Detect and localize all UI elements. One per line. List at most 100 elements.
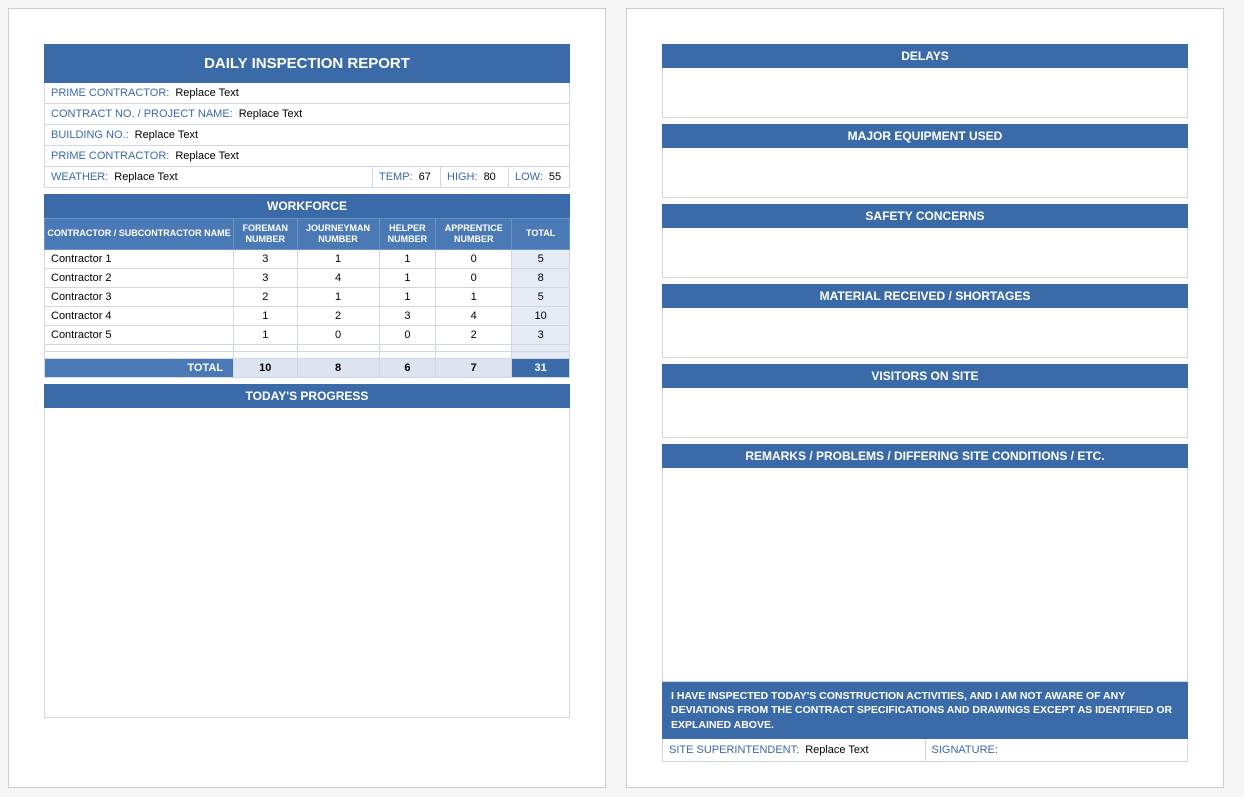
- field-building: BUILDING NO.: Replace Text: [44, 125, 570, 146]
- visitors-body[interactable]: [662, 388, 1188, 438]
- label: PRIME CONTRACTOR:: [51, 150, 169, 162]
- delays-header: DELAYS: [662, 44, 1188, 68]
- label: BUILDING NO.:: [51, 129, 129, 141]
- cell-journeyman[interactable]: 1: [297, 287, 379, 306]
- cell-name[interactable]: Contractor 3: [45, 287, 234, 306]
- temp-value[interactable]: 67: [419, 171, 431, 183]
- cell-apprentice[interactable]: 0: [436, 268, 512, 287]
- cell-name[interactable]: [45, 351, 234, 358]
- cell-name[interactable]: [45, 344, 234, 351]
- col-journeyman: JOURNEYMAN NUMBER: [297, 219, 379, 250]
- cell-apprentice[interactable]: [436, 344, 512, 351]
- cell-apprentice[interactable]: 4: [436, 306, 512, 325]
- remarks-body[interactable]: [662, 468, 1188, 682]
- label: CONTRACT NO. / PROJECT NAME:: [51, 108, 233, 120]
- cell-foreman[interactable]: 2: [234, 287, 298, 306]
- cell-apprentice[interactable]: [436, 351, 512, 358]
- cell-journeyman[interactable]: 2: [297, 306, 379, 325]
- totals-apprentice: 7: [436, 358, 512, 377]
- temp-label: TEMP:: [379, 171, 413, 183]
- cell-foreman[interactable]: 1: [234, 306, 298, 325]
- cell-total[interactable]: 8: [512, 268, 570, 287]
- signature-label: SIGNATURE:: [932, 743, 998, 757]
- table-row: [45, 344, 570, 351]
- equipment-header: MAJOR EQUIPMENT USED: [662, 124, 1188, 148]
- material-body[interactable]: [662, 308, 1188, 358]
- cell-journeyman[interactable]: [297, 344, 379, 351]
- cell-name[interactable]: Contractor 1: [45, 249, 234, 268]
- cell-helper[interactable]: 1: [379, 268, 436, 287]
- certification-statement: I HAVE INSPECTED TODAY'S CONSTRUCTION AC…: [662, 682, 1188, 739]
- totals-helper: 6: [379, 358, 436, 377]
- table-row: Contractor 510023: [45, 325, 570, 344]
- cell-total[interactable]: [512, 344, 570, 351]
- cell-foreman[interactable]: 3: [234, 268, 298, 287]
- cell-total[interactable]: [512, 351, 570, 358]
- visitors-header: VISITORS ON SITE: [662, 364, 1188, 388]
- value[interactable]: Replace Text: [175, 87, 238, 99]
- cell-helper[interactable]: 1: [379, 287, 436, 306]
- col-name: CONTRACTOR / SUBCONTRACTOR NAME: [45, 219, 234, 250]
- high-value[interactable]: 80: [484, 171, 496, 183]
- totals-label: TOTAL: [45, 358, 234, 377]
- table-row: Contractor 131105: [45, 249, 570, 268]
- super-value[interactable]: Replace Text: [805, 744, 868, 756]
- cell-helper[interactable]: 0: [379, 325, 436, 344]
- super-label: SITE SUPERINTENDENT:: [669, 743, 799, 757]
- cell-total[interactable]: 3: [512, 325, 570, 344]
- cell-name[interactable]: Contractor 5: [45, 325, 234, 344]
- field-prime-contractor-2: PRIME CONTRACTOR: Replace Text: [44, 146, 570, 167]
- cell-apprentice[interactable]: 1: [436, 287, 512, 306]
- cell-journeyman[interactable]: 1: [297, 249, 379, 268]
- equipment-body[interactable]: [662, 148, 1188, 198]
- cell-foreman[interactable]: [234, 351, 298, 358]
- label: PRIME CONTRACTOR:: [51, 87, 169, 99]
- cell-helper[interactable]: [379, 344, 436, 351]
- cell-journeyman[interactable]: 4: [297, 268, 379, 287]
- safety-body[interactable]: [662, 228, 1188, 278]
- signature-row: SITE SUPERINTENDENT: Replace Text SIGNAT…: [662, 739, 1188, 762]
- low-value[interactable]: 55: [549, 171, 561, 183]
- low-label: LOW:: [515, 171, 543, 183]
- cell-total[interactable]: 5: [512, 249, 570, 268]
- col-total: TOTAL: [512, 219, 570, 250]
- cell-total[interactable]: 10: [512, 306, 570, 325]
- cell-helper[interactable]: [379, 351, 436, 358]
- cell-name[interactable]: Contractor 2: [45, 268, 234, 287]
- cell-foreman[interactable]: 3: [234, 249, 298, 268]
- field-weather: WEATHER: Replace Text TEMP: 67 HIGH: 80 …: [44, 167, 570, 188]
- progress-header: TODAY'S PROGRESS: [44, 384, 570, 408]
- value[interactable]: Replace Text: [175, 150, 238, 162]
- report-title: DAILY INSPECTION REPORT: [44, 44, 570, 83]
- field-contract: CONTRACT NO. / PROJECT NAME: Replace Tex…: [44, 104, 570, 125]
- remarks-header: REMARKS / PROBLEMS / DIFFERING SITE COND…: [662, 444, 1188, 468]
- col-helper: HELPER NUMBER: [379, 219, 436, 250]
- cell-apprentice[interactable]: 2: [436, 325, 512, 344]
- high-label: HIGH:: [447, 171, 478, 183]
- weather-value[interactable]: Replace Text: [114, 171, 177, 183]
- progress-body[interactable]: [44, 408, 570, 718]
- cell-total[interactable]: 5: [512, 287, 570, 306]
- value[interactable]: Replace Text: [239, 108, 302, 120]
- cell-name[interactable]: Contractor 4: [45, 306, 234, 325]
- cell-helper[interactable]: 3: [379, 306, 436, 325]
- cell-foreman[interactable]: 1: [234, 325, 298, 344]
- totals-journeyman: 8: [297, 358, 379, 377]
- table-row: Contractor 321115: [45, 287, 570, 306]
- cell-journeyman[interactable]: [297, 351, 379, 358]
- delays-body[interactable]: [662, 68, 1188, 118]
- page-2: DELAYS MAJOR EQUIPMENT USED SAFETY CONCE…: [626, 8, 1224, 788]
- workforce-table: CONTRACTOR / SUBCONTRACTOR NAME FOREMAN …: [44, 218, 570, 378]
- workforce-header: WORKFORCE: [44, 194, 570, 218]
- value[interactable]: Replace Text: [135, 129, 198, 141]
- cell-apprentice[interactable]: 0: [436, 249, 512, 268]
- cell-helper[interactable]: 1: [379, 249, 436, 268]
- field-prime-contractor: PRIME CONTRACTOR: Replace Text: [44, 83, 570, 104]
- material-header: MATERIAL RECEIVED / SHORTAGES: [662, 284, 1188, 308]
- totals-grand: 31: [512, 358, 570, 377]
- cell-foreman[interactable]: [234, 344, 298, 351]
- totals-foreman: 10: [234, 358, 298, 377]
- safety-header: SAFETY CONCERNS: [662, 204, 1188, 228]
- cell-journeyman[interactable]: 0: [297, 325, 379, 344]
- page-1: DAILY INSPECTION REPORT PRIME CONTRACTOR…: [8, 8, 606, 788]
